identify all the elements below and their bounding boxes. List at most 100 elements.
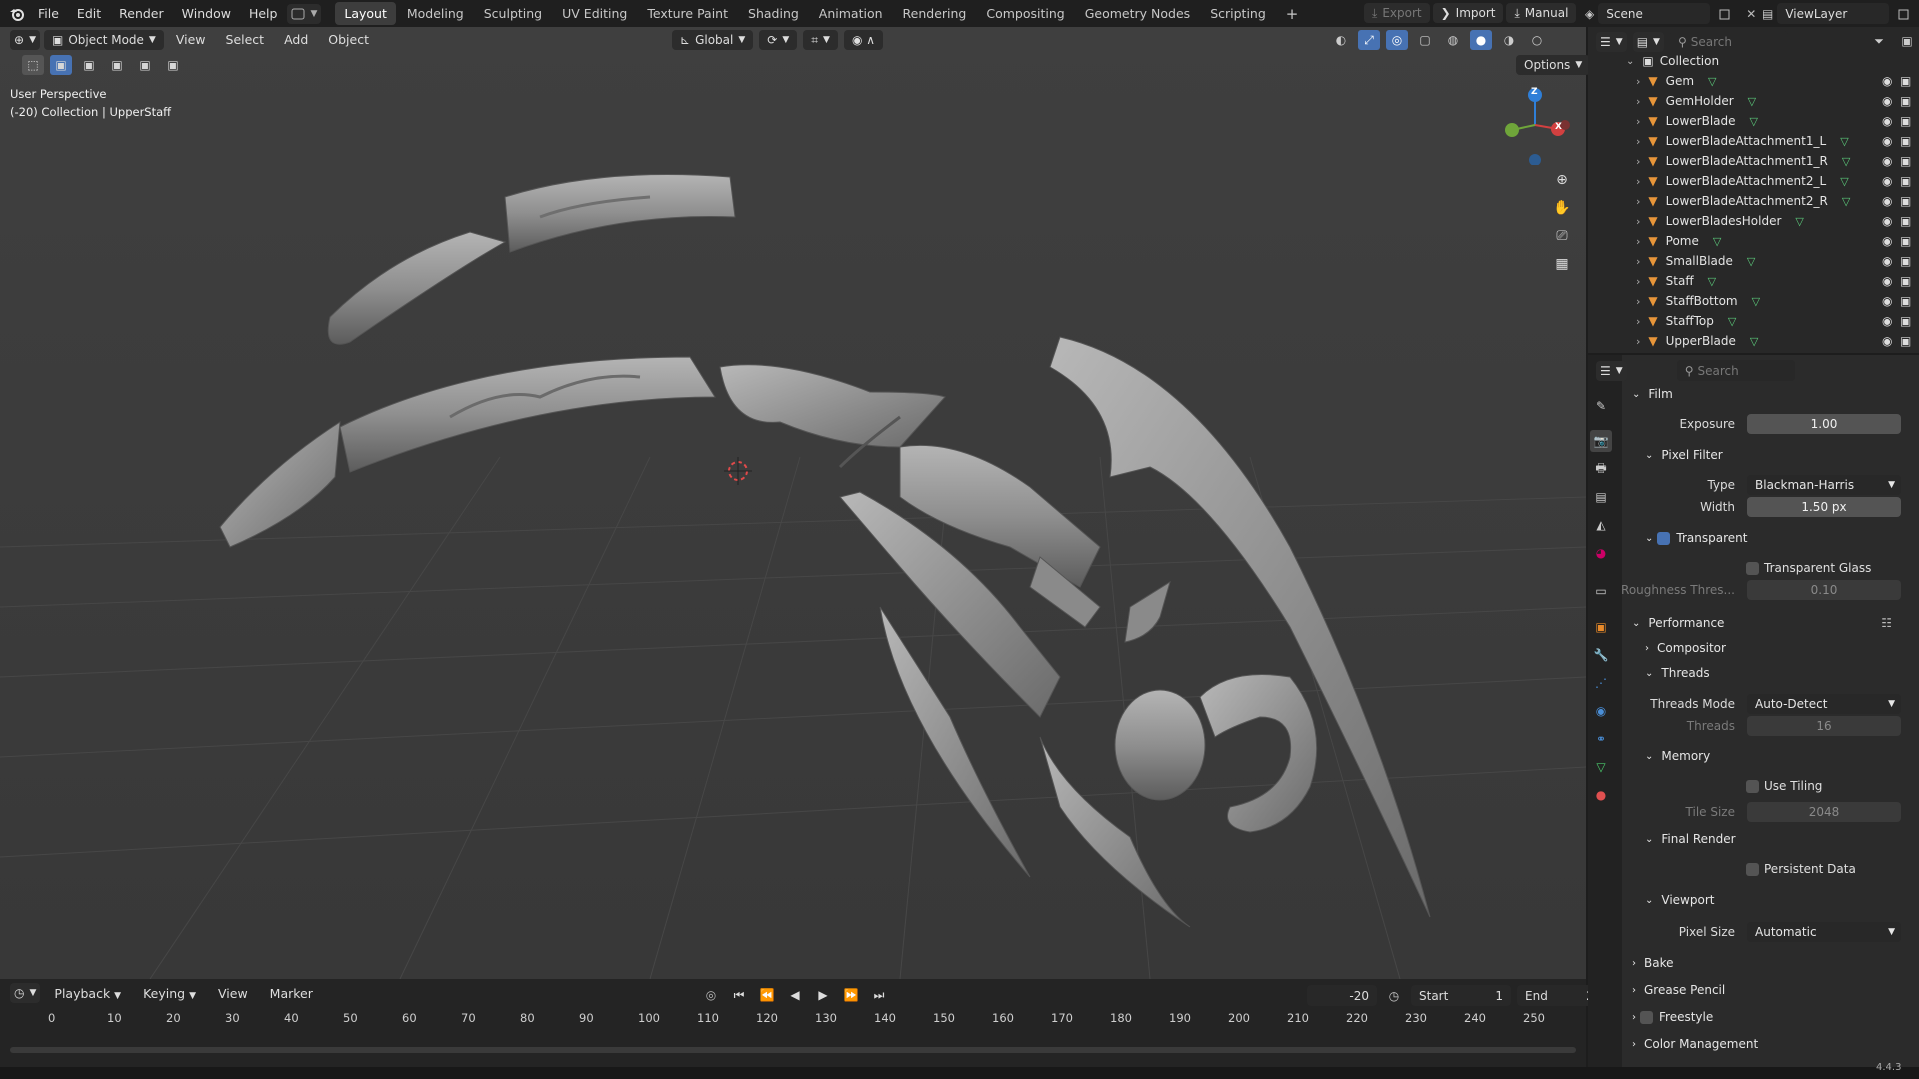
new-view-layer-icon[interactable] [1893, 4, 1915, 24]
pixel-size-dropdown[interactable]: Automatic ▼ [1747, 922, 1901, 942]
outliner-item-row[interactable]: › ▼ LowerBladeAttachment2_L ▽ ◉ ▣ [1588, 171, 1919, 191]
xray-toggle-icon[interactable]: ▢ [1414, 30, 1436, 50]
tab-animation[interactable]: Animation [810, 2, 892, 25]
import-button[interactable]: ❯ Import [1432, 3, 1504, 23]
camera-render-icon[interactable]: ▣ [1900, 314, 1911, 328]
outliner-item-row[interactable]: › ▼ LowerBladeAttachment2_R ▽ ◉ ▣ [1588, 191, 1919, 211]
chevron-right-icon[interactable]: › [1636, 235, 1640, 248]
data-tab-icon[interactable]: ▽ [1590, 756, 1612, 778]
eye-icon[interactable]: ◉ [1882, 314, 1892, 328]
eye-icon[interactable]: ◉ [1882, 294, 1892, 308]
select-tool-icon[interactable]: ⬚ [22, 55, 44, 75]
viewport-editor-type[interactable]: ⊕ ▼ [10, 29, 40, 50]
select-extend-icon[interactable]: ▣ [78, 55, 100, 75]
menu-edit[interactable]: Edit [69, 3, 109, 24]
viewport-menu-object[interactable]: Object [320, 30, 377, 49]
chevron-right-icon[interactable]: › [1636, 315, 1640, 328]
viewport-menu-view[interactable]: View [168, 30, 214, 49]
outliner-search-input[interactable]: ⚲ Search [1669, 31, 1788, 52]
camera-render-icon[interactable]: ▣ [1900, 74, 1911, 88]
chevron-right-icon[interactable]: › [1636, 175, 1640, 188]
outliner-item-row[interactable]: › ▼ GemHolder ▽ ◉ ▣ [1588, 91, 1919, 111]
tab-layout[interactable]: Layout [335, 2, 396, 25]
filter-icon[interactable]: ⏷ [1868, 31, 1890, 51]
zoom-icon[interactable]: ⊕ [1551, 170, 1573, 190]
preview-range-icon[interactable]: ◷ [1383, 986, 1405, 1006]
3d-viewport[interactable] [0, 27, 1586, 979]
object-tab-icon[interactable]: ▣ [1590, 616, 1612, 638]
current-frame-field[interactable]: -20 [1307, 985, 1377, 1006]
jump-start-icon[interactable]: ⏮ [728, 985, 750, 1005]
use-tiling-checkbox[interactable] [1746, 780, 1759, 793]
tab-rendering[interactable]: Rendering [894, 2, 976, 25]
outliner-item-row[interactable]: › ▼ StaffBottom ▽ ◉ ▣ [1588, 291, 1919, 311]
timeline-scrollbar[interactable] [10, 1047, 1576, 1053]
eye-icon[interactable]: ◉ [1882, 174, 1892, 188]
camera-render-icon[interactable]: ▣ [1900, 94, 1911, 108]
camera-render-icon[interactable]: ▣ [1900, 254, 1911, 268]
play-reverse-icon[interactable]: ◀ [784, 985, 806, 1005]
list-icon[interactable]: ☷ [1881, 616, 1892, 630]
eye-icon[interactable]: ◉ [1882, 154, 1892, 168]
camera-render-icon[interactable]: ▣ [1900, 114, 1911, 128]
eye-icon[interactable]: ◉ [1882, 114, 1892, 128]
prev-keyframe-icon[interactable]: ⏪ [756, 985, 778, 1005]
freestyle-checkbox[interactable] [1640, 1010, 1653, 1024]
modifier-tab-icon[interactable]: 🔧 [1590, 644, 1612, 666]
transform-orientation-dropdown[interactable]: ⊾ Global ▼ [672, 30, 754, 50]
camera-render-icon[interactable]: ▣ [1900, 294, 1911, 308]
performance-panel-header[interactable]: ⌄ Performance ☷ [1632, 612, 1919, 634]
chevron-right-icon[interactable]: › [1636, 295, 1640, 308]
object-mode-dropdown[interactable]: ▣ Object Mode ▼ [43, 29, 164, 50]
tool-tab-icon[interactable]: ✎ [1590, 395, 1612, 417]
navigation-gizmo[interactable]: Z X [1500, 85, 1570, 165]
outliner-item-row[interactable]: › ▼ SmallBlade ▽ ◉ ▣ [1588, 251, 1919, 271]
timeline-menu-marker[interactable]: Marker [262, 984, 321, 1003]
blender-logo-icon[interactable] [6, 4, 28, 24]
chevron-right-icon[interactable]: › [1636, 195, 1640, 208]
properties-search-input[interactable]: ⚲ Search [1676, 360, 1795, 381]
chevron-right-icon[interactable]: › [1636, 155, 1640, 168]
eye-icon[interactable]: ◉ [1882, 274, 1892, 288]
threads-panel-header[interactable]: ⌄ Threads [1645, 662, 1919, 684]
outliner-editor[interactable]: ☰ ▼ ▤ ▼ ⚲ Search ⏷ ▣ ⌄ ▣ Collection › ▼ Gem ▽ ◉… [1588, 27, 1919, 353]
camera-render-icon[interactable]: ▣ [1900, 194, 1911, 208]
tab-sculpting[interactable]: Sculpting [475, 2, 551, 25]
chevron-right-icon[interactable]: › [1636, 75, 1640, 88]
timeline-editor-type[interactable]: ◷ ▼ [10, 983, 41, 1003]
material-tab-icon[interactable]: ● [1590, 784, 1612, 806]
memory-panel-header[interactable]: ⌄ Memory [1645, 745, 1919, 767]
scene-field[interactable]: Scene [1598, 3, 1711, 24]
new-collection-icon[interactable]: ▣ [1896, 31, 1918, 51]
tab-modeling[interactable]: Modeling [398, 2, 473, 25]
viewport-menu-select[interactable]: Select [218, 30, 273, 49]
outliner-display-mode[interactable]: ▤ ▼ [1632, 31, 1664, 52]
particles-tab-icon[interactable]: ⋰ [1590, 672, 1612, 694]
compositor-panel-header[interactable]: › Compositor [1645, 637, 1919, 659]
camera-render-icon[interactable]: ▣ [1900, 234, 1911, 248]
auto-keying-icon[interactable]: ◎ [700, 985, 722, 1005]
chevron-right-icon[interactable]: › [1636, 255, 1640, 268]
filter-type-dropdown[interactable]: Blackman-Harris ▼ [1747, 475, 1901, 495]
timeline-ruler[interactable]: 0 10 20 30 40 50 60 70 80 90 100 110 120 130 140 150 160… [0, 1009, 1586, 1029]
outliner-item-row[interactable]: › ▼ LowerBladeAttachment1_R ▽ ◉ ▣ [1588, 151, 1919, 171]
select-intersect-icon[interactable]: ▣ [162, 55, 184, 75]
model-gem[interactable] [1114, 689, 1206, 801]
camera-render-icon[interactable]: ▣ [1900, 154, 1911, 168]
gizmo-toggle-icon[interactable]: ⤢ [1358, 30, 1380, 50]
eye-icon[interactable]: ◉ [1882, 94, 1892, 108]
select-subtract-icon[interactable]: ▣ [106, 55, 128, 75]
eye-icon[interactable]: ◉ [1882, 254, 1892, 268]
camera-render-icon[interactable]: ▣ [1900, 334, 1911, 348]
final-render-panel-header[interactable]: ⌄ Final Render [1645, 828, 1919, 850]
properties-editor-type[interactable]: ☰ ▼ [1596, 360, 1627, 381]
transparent-panel-header[interactable]: ⌄ Transparent [1645, 527, 1919, 549]
eye-icon[interactable]: ◉ [1882, 74, 1892, 88]
next-keyframe-icon[interactable]: ⏩ [840, 985, 862, 1005]
filter-width-field[interactable]: 1.50 px [1747, 497, 1901, 517]
chevron-right-icon[interactable]: › [1636, 115, 1640, 128]
roughness-threshold-field[interactable]: 0.10 [1747, 580, 1901, 600]
overlay-toggle-icon[interactable]: ◎ [1386, 30, 1408, 50]
outliner-item-row[interactable]: › ▼ UpperBlade ▽ ◉ ▣ [1588, 331, 1919, 351]
rendered-shading-icon[interactable]: ○ [1526, 30, 1548, 50]
